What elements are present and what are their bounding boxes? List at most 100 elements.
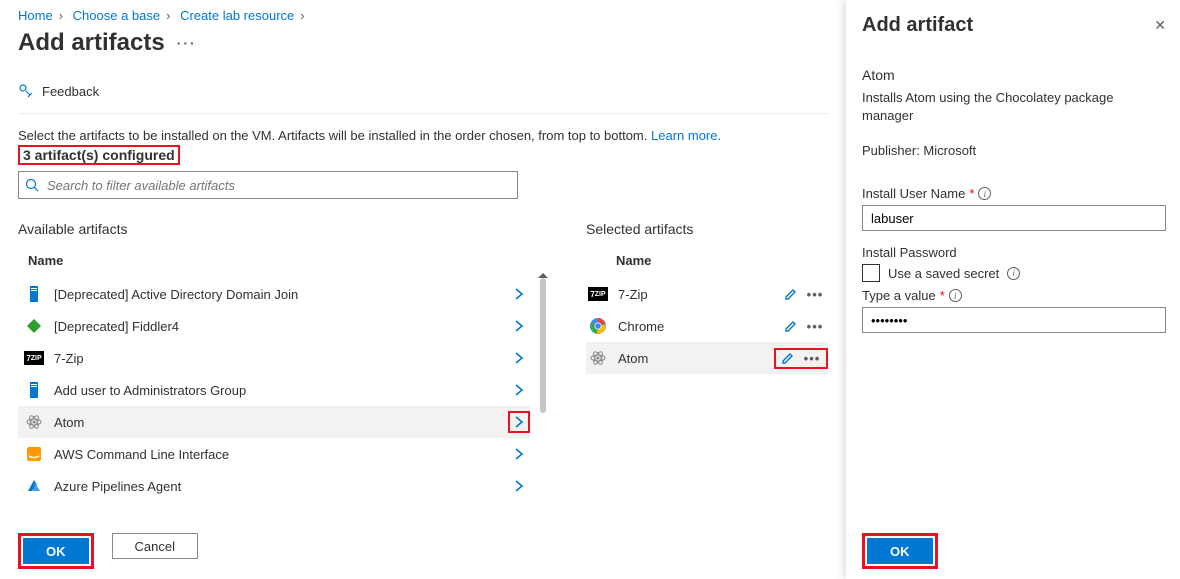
chevron-right-icon[interactable] xyxy=(508,383,530,397)
password-input[interactable] xyxy=(862,307,1166,333)
username-input[interactable] xyxy=(862,205,1166,231)
search-box[interactable] xyxy=(18,171,518,199)
required-icon: * xyxy=(969,186,974,201)
more-icon[interactable]: ··· xyxy=(177,35,197,51)
edit-icon[interactable] xyxy=(777,351,799,366)
chevron-right-icon[interactable] xyxy=(508,447,530,461)
selected-row[interactable]: Chrome ••• xyxy=(586,310,828,342)
more-icon[interactable]: ••• xyxy=(802,287,828,302)
chevron-right-icon[interactable] xyxy=(508,411,530,433)
chevron-right-icon[interactable] xyxy=(508,479,530,493)
breadcrumb: Home› Choose a base› Create lab resource… xyxy=(18,8,828,23)
more-icon[interactable]: ••• xyxy=(802,319,828,334)
selected-row[interactable]: 7ZIP 7-Zip ••• xyxy=(586,278,828,310)
server-icon xyxy=(24,380,44,400)
breadcrumb-base[interactable]: Choose a base xyxy=(73,8,160,23)
type-value-label: Type a value * i xyxy=(862,288,1166,303)
artifact-row[interactable]: 7ZIP 7-Zip xyxy=(18,342,530,374)
footer: OK Cancel xyxy=(18,533,198,569)
panel-ok-button[interactable]: OK xyxy=(867,538,933,564)
7zip-icon: 7ZIP xyxy=(24,348,44,368)
field-username: Install User Name * i xyxy=(862,186,1166,231)
edit-icon[interactable] xyxy=(780,319,802,333)
available-column: Available artifacts Name [Deprecated] Ac… xyxy=(18,221,530,502)
panel-title-row: Add artifact ✕ xyxy=(862,14,1166,37)
checkbox-icon[interactable] xyxy=(862,264,880,282)
artifact-label: Azure Pipelines Agent xyxy=(54,479,508,494)
selected-row[interactable]: Atom ••• xyxy=(586,342,828,374)
fiddler-icon xyxy=(24,316,44,336)
panel-ok-highlight: OK xyxy=(862,533,938,569)
saved-secret-row[interactable]: Use a saved secret i xyxy=(862,264,1166,282)
selected-label: Atom xyxy=(618,351,774,366)
info-icon[interactable]: i xyxy=(1007,267,1020,280)
feedback-link[interactable]: Feedback xyxy=(18,75,828,114)
chevron-right-icon[interactable] xyxy=(508,287,530,301)
7zip-icon: 7ZIP xyxy=(588,284,608,304)
page-title: Add artifacts ··· xyxy=(18,29,828,57)
available-title: Available artifacts xyxy=(18,221,530,237)
atom-icon xyxy=(24,412,44,432)
server-icon xyxy=(24,284,44,304)
artifact-row[interactable]: [Deprecated] Active Directory Domain Joi… xyxy=(18,278,530,310)
required-icon: * xyxy=(940,288,945,303)
artifact-label: [Deprecated] Active Directory Domain Joi… xyxy=(54,287,508,302)
info-icon[interactable]: i xyxy=(949,289,962,302)
artifact-row[interactable]: Add user to Administrators Group xyxy=(18,374,530,406)
atom-icon xyxy=(588,348,608,368)
search-icon xyxy=(25,178,39,192)
selected-header-name: Name xyxy=(586,247,828,278)
panel-artifact-desc: Installs Atom using the Chocolatey packa… xyxy=(862,89,1166,125)
panel-artifact-name: Atom xyxy=(862,67,1166,83)
description: Select the artifacts to be installed on … xyxy=(18,128,828,143)
learn-more-link[interactable]: Learn more. xyxy=(651,128,721,143)
artifact-row[interactable]: [Deprecated] Fiddler4 xyxy=(18,310,530,342)
description-text: Select the artifacts to be installed on … xyxy=(18,128,647,143)
available-list: [Deprecated] Active Directory Domain Joi… xyxy=(18,278,530,502)
page-title-text: Add artifacts xyxy=(18,29,165,57)
selected-title: Selected artifacts xyxy=(586,221,828,237)
artifact-row[interactable]: Atom xyxy=(18,406,530,438)
columns: Available artifacts Name [Deprecated] Ac… xyxy=(18,221,828,502)
artifact-label: Add user to Administrators Group xyxy=(54,383,508,398)
artifact-row[interactable]: AWS Command Line Interface xyxy=(18,438,530,470)
password-label: Install Password xyxy=(862,245,1166,260)
selected-column: Selected artifacts Name 7ZIP7-Zip•••Chro… xyxy=(586,221,828,502)
artifact-label: 7-Zip xyxy=(54,351,508,366)
available-header-name: Name xyxy=(18,247,530,278)
more-icon[interactable]: ••• xyxy=(799,351,825,366)
artifact-label: Atom xyxy=(54,415,508,430)
add-artifact-panel: Add artifact ✕ Atom Installs Atom using … xyxy=(846,0,1180,579)
search-input[interactable] xyxy=(45,177,511,194)
selected-label: 7-Zip xyxy=(618,287,780,302)
breadcrumb-create[interactable]: Create lab resource xyxy=(180,8,294,23)
chevron-right-icon[interactable] xyxy=(508,319,530,333)
close-icon[interactable]: ✕ xyxy=(1154,17,1166,34)
aws-icon xyxy=(24,444,44,464)
artifact-label: [Deprecated] Fiddler4 xyxy=(54,319,508,334)
ok-button-highlight: OK xyxy=(18,533,94,569)
info-icon[interactable]: i xyxy=(978,187,991,200)
scrollbar[interactable] xyxy=(540,278,546,413)
breadcrumb-home[interactable]: Home xyxy=(18,8,53,23)
chrome-icon xyxy=(588,316,608,336)
selected-label: Chrome xyxy=(618,319,780,334)
artifact-row[interactable]: Azure Pipelines Agent xyxy=(18,470,530,502)
saved-secret-label: Use a saved secret xyxy=(888,266,999,281)
chevron-right-icon[interactable] xyxy=(508,351,530,365)
azure-icon xyxy=(24,476,44,496)
ok-button[interactable]: OK xyxy=(23,538,89,564)
username-label: Install User Name * i xyxy=(862,186,1166,201)
artifact-label: AWS Command Line Interface xyxy=(54,447,508,462)
panel-title: Add artifact xyxy=(862,14,973,37)
panel-footer: OK xyxy=(862,533,938,569)
selected-list: 7ZIP 7-Zip ••• Chrome ••• Atom ••• xyxy=(586,278,828,374)
field-password: Install Password Use a saved secret i Ty… xyxy=(862,245,1166,333)
edit-icon[interactable] xyxy=(780,287,802,301)
feedback-icon xyxy=(18,83,34,99)
cancel-button[interactable]: Cancel xyxy=(112,533,198,559)
configured-count: 3 artifact(s) configured xyxy=(18,145,180,165)
row-actions-highlight: ••• xyxy=(774,348,828,369)
main-content: Home› Choose a base› Create lab resource… xyxy=(0,0,846,579)
feedback-label: Feedback xyxy=(42,84,99,99)
